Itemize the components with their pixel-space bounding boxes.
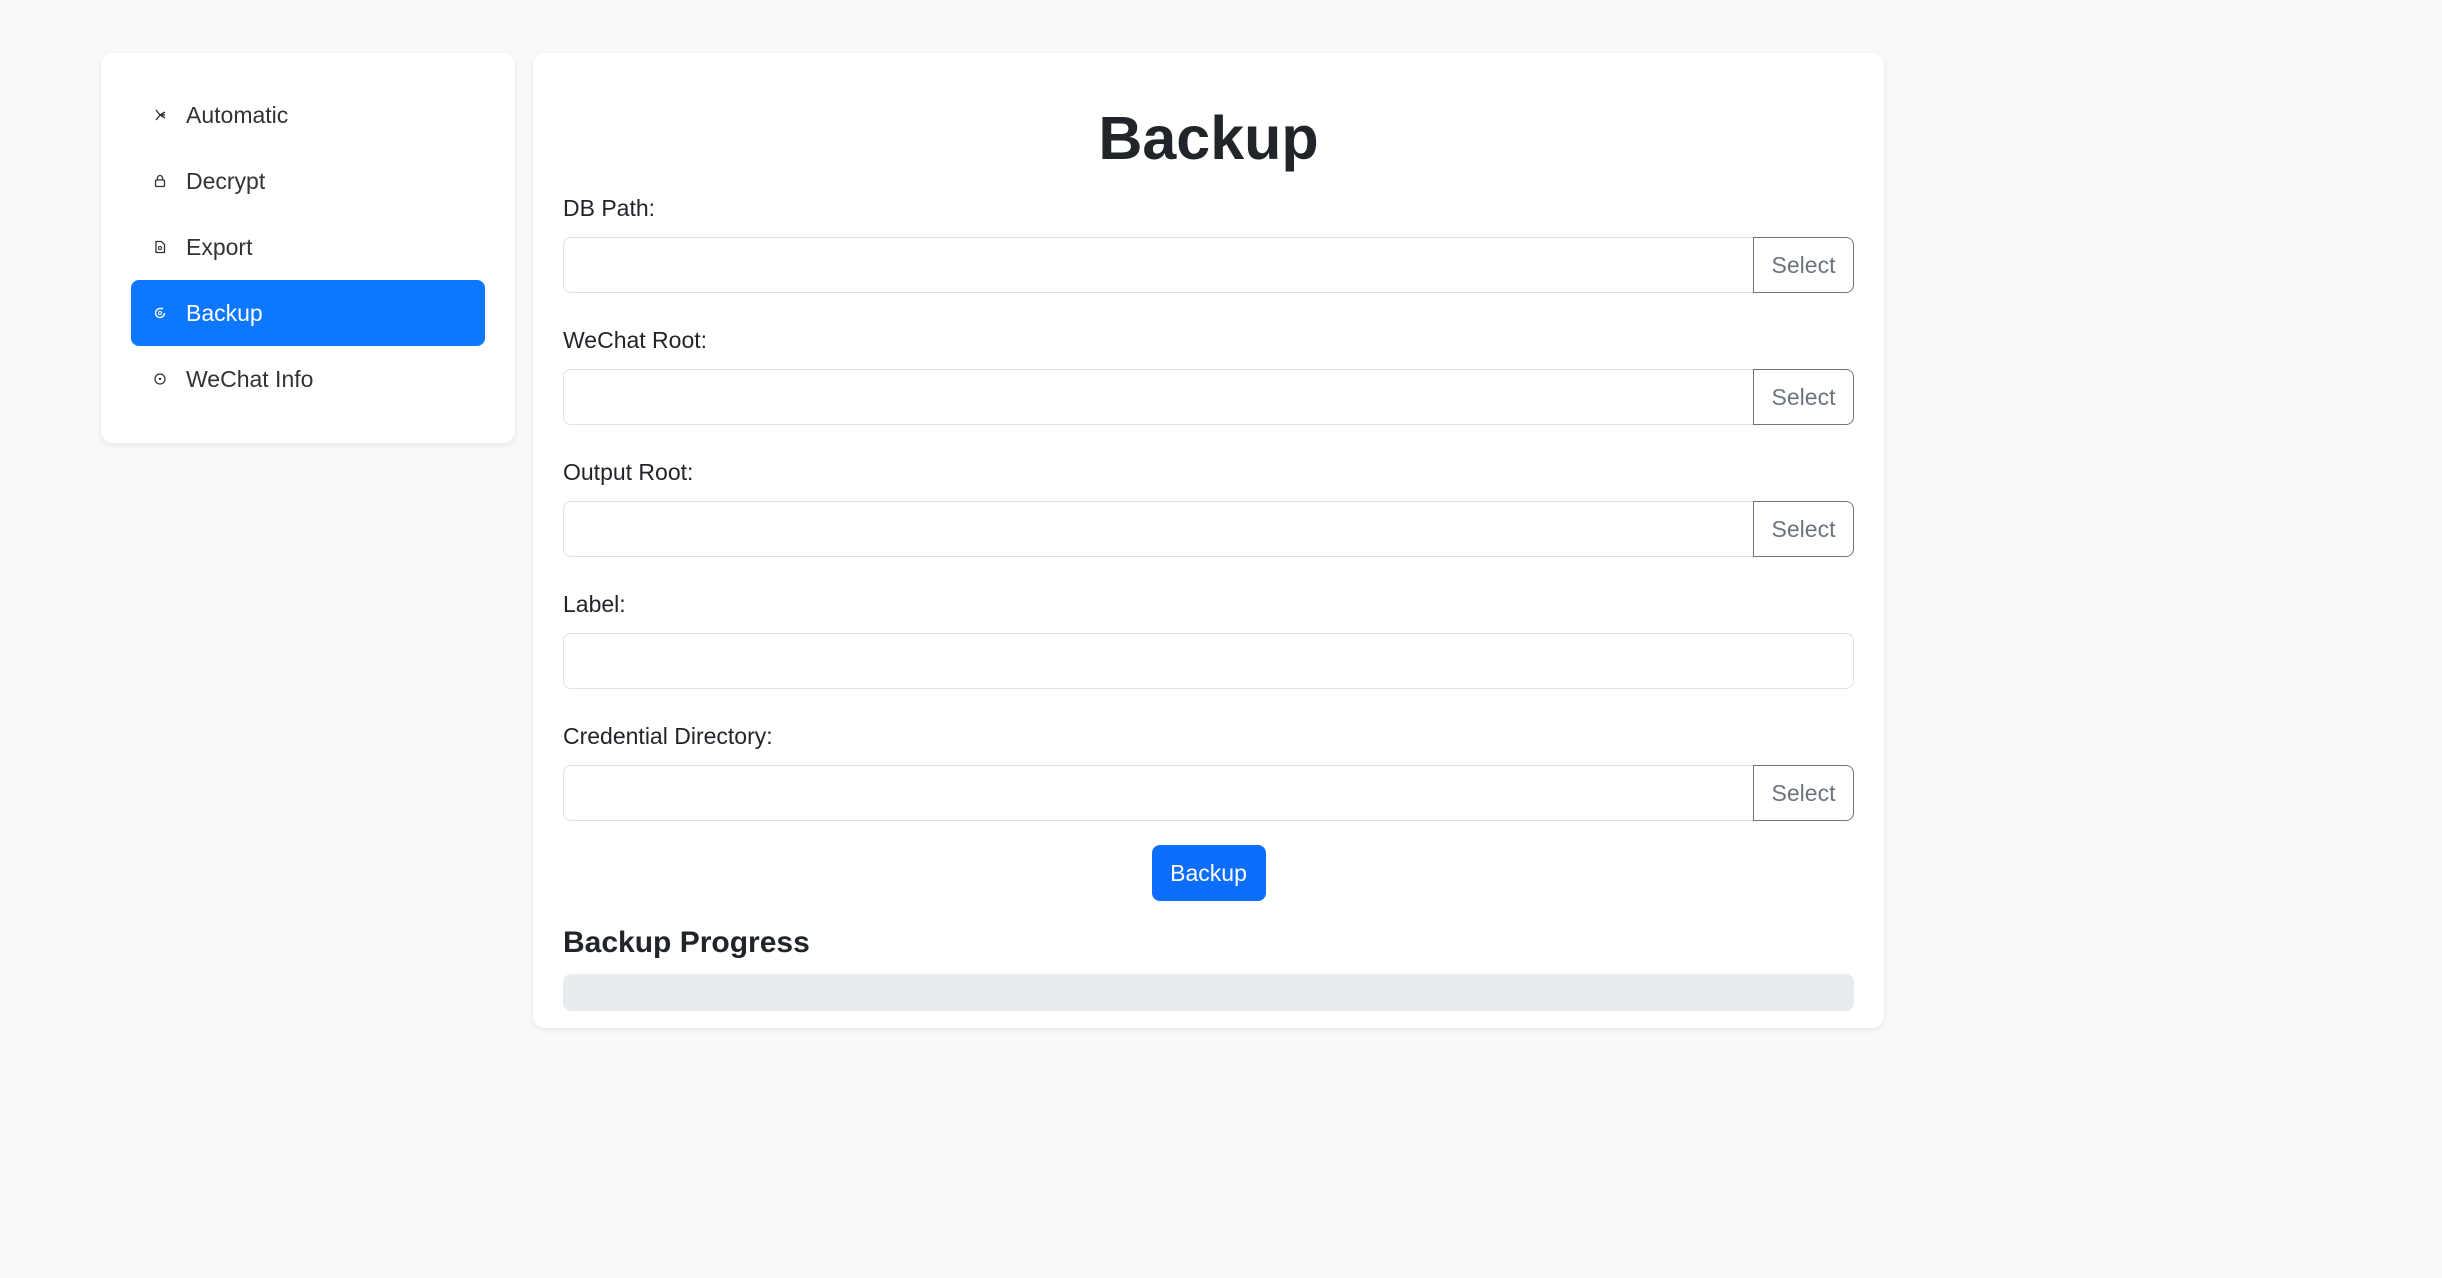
progress-title: Backup Progress [563, 926, 810, 959]
sidebar-item-decrypt[interactable]: Decrypt [131, 148, 485, 214]
action-row: Backup [563, 845, 1854, 901]
sidebar-item-label: Decrypt [186, 167, 266, 194]
lock-icon [153, 174, 167, 188]
main-panel: Backup DB Path: Select WeChat Root: Sele… [533, 53, 1884, 1028]
sidebar-item-automatic[interactable]: Automatic [131, 82, 485, 148]
page-title: Backup [1098, 104, 1319, 172]
output-root-group: Select [563, 501, 1854, 557]
label-input[interactable] [563, 633, 1854, 689]
sidebar-item-label: Automatic [186, 101, 289, 128]
wechat-root-group: Select [563, 369, 1854, 425]
label-group [563, 633, 1854, 689]
credential-directory-label: Credential Directory: [563, 723, 773, 749]
label-field-label: Label: [563, 591, 626, 617]
sidebar-item-label: Export [186, 233, 253, 260]
db-path-select-button[interactable]: Select [1753, 237, 1854, 293]
backup-button[interactable]: Backup [1151, 845, 1266, 901]
credential-directory-select-button[interactable]: Select [1753, 765, 1854, 821]
credential-directory-input[interactable] [563, 765, 1754, 821]
sidebar-item-export[interactable]: Export [131, 214, 485, 280]
output-root-label: Output Root: [563, 459, 694, 485]
file-icon [153, 240, 167, 254]
backup-progress-bar [563, 974, 1854, 1011]
db-path-label: DB Path: [563, 195, 656, 221]
sidebar-item-wechat-info[interactable]: WeChat Info [131, 346, 485, 412]
wechat-root-label: WeChat Root: [563, 327, 708, 353]
wechat-root-input[interactable] [563, 369, 1754, 425]
sidebar-item-backup[interactable]: Backup [131, 280, 485, 346]
output-root-select-button[interactable]: Select [1753, 501, 1854, 557]
sidebar-item-label: Backup [186, 299, 263, 326]
output-root-input[interactable] [563, 501, 1754, 557]
wechat-root-select-button[interactable]: Select [1753, 369, 1854, 425]
sparkle-icon [153, 108, 167, 122]
db-path-input[interactable] [563, 237, 1754, 293]
db-path-group: Select [563, 237, 1854, 293]
sidebar-item-label: WeChat Info [186, 365, 314, 392]
sidebar-nav: Automatic Decrypt Export Backup WeChat I… [101, 53, 515, 443]
credential-directory-group: Select [563, 765, 1854, 821]
refresh-icon [153, 306, 167, 320]
info-circle-icon [153, 372, 167, 386]
